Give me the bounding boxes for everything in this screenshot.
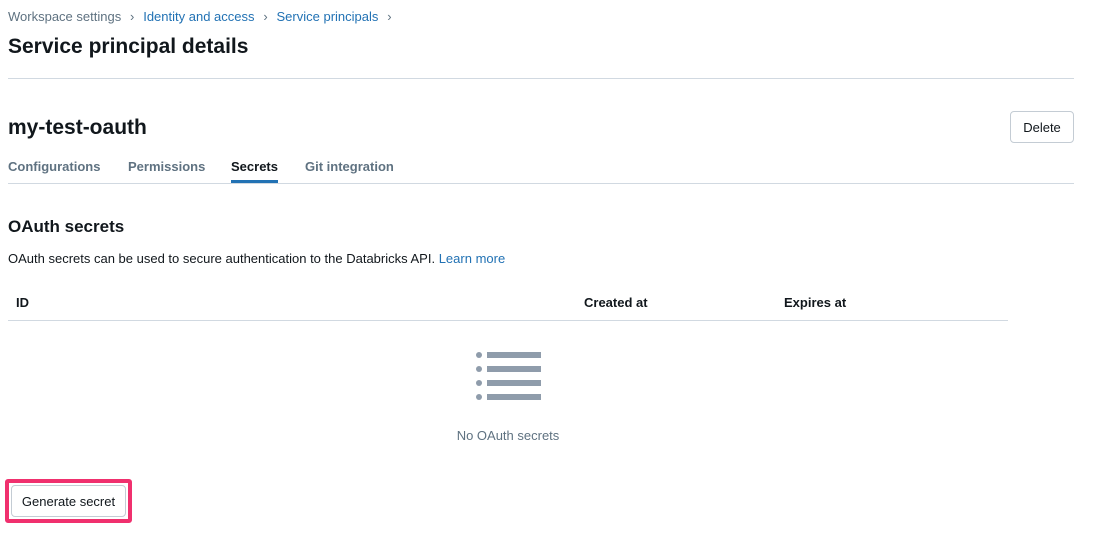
tab-git-integration[interactable]: Git integration	[305, 158, 394, 182]
section-description-text: OAuth secrets can be used to secure auth…	[8, 251, 436, 266]
delete-button[interactable]: Delete	[1010, 111, 1074, 143]
header-divider	[8, 78, 1074, 79]
tab-bar: Configurations Permissions Secrets Git i…	[8, 158, 1074, 184]
column-header-expires-at[interactable]: Expires at	[784, 294, 846, 312]
list-icon	[476, 352, 541, 400]
chevron-right-icon: ›	[130, 9, 135, 24]
learn-more-link[interactable]: Learn more	[439, 251, 505, 266]
chevron-right-icon: ›	[387, 9, 392, 24]
breadcrumb-identity-and-access[interactable]: Identity and access	[143, 8, 254, 26]
page-title: Service principal details	[8, 35, 249, 58]
generate-secret-button[interactable]: Generate secret	[11, 485, 126, 517]
column-header-id[interactable]: ID	[16, 294, 29, 312]
breadcrumb-service-principals[interactable]: Service principals	[277, 8, 379, 26]
section-description: OAuth secrets can be used to secure auth…	[8, 250, 505, 268]
secrets-table-header: ID Created at Expires at	[8, 286, 1008, 321]
tab-permissions[interactable]: Permissions	[128, 158, 205, 182]
column-header-created-at[interactable]: Created at	[584, 294, 648, 312]
chevron-right-icon: ›	[263, 9, 268, 24]
breadcrumb-workspace-settings[interactable]: Workspace settings	[8, 8, 121, 26]
breadcrumb: Workspace settings › Identity and access…	[8, 8, 400, 26]
tab-configurations[interactable]: Configurations	[8, 158, 100, 182]
tab-secrets[interactable]: Secrets	[231, 158, 278, 183]
section-title: OAuth secrets	[8, 217, 125, 236]
empty-state-text: No OAuth secrets	[456, 428, 560, 443]
service-principal-name: my-test-oauth	[8, 116, 147, 139]
